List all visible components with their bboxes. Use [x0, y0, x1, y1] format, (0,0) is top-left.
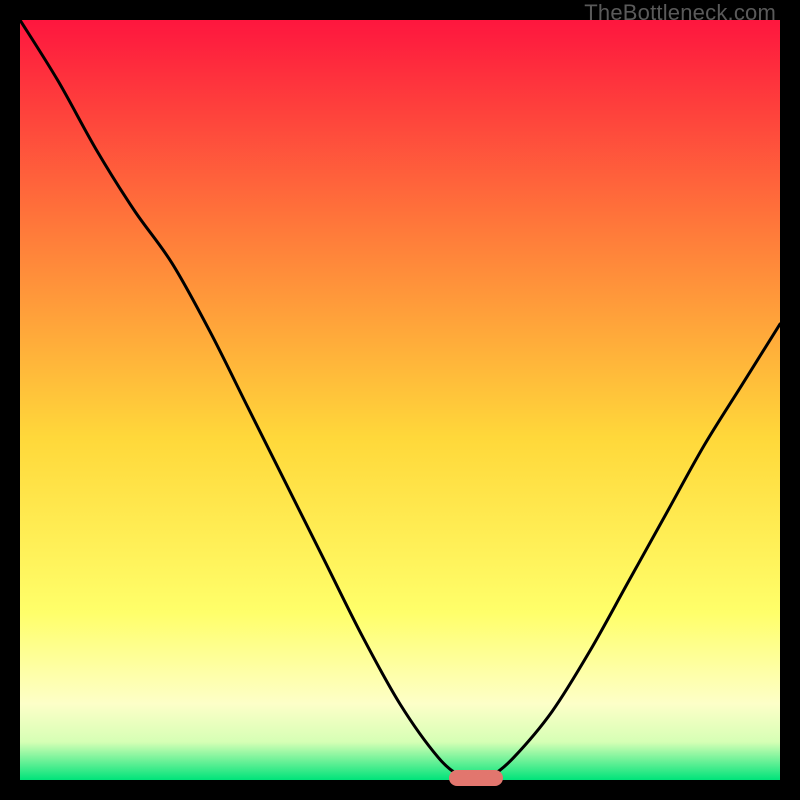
- optimal-marker: [449, 770, 502, 785]
- watermark-text: TheBottleneck.com: [584, 0, 776, 26]
- bottleneck-chart: [20, 20, 780, 780]
- gradient-background: [20, 20, 780, 780]
